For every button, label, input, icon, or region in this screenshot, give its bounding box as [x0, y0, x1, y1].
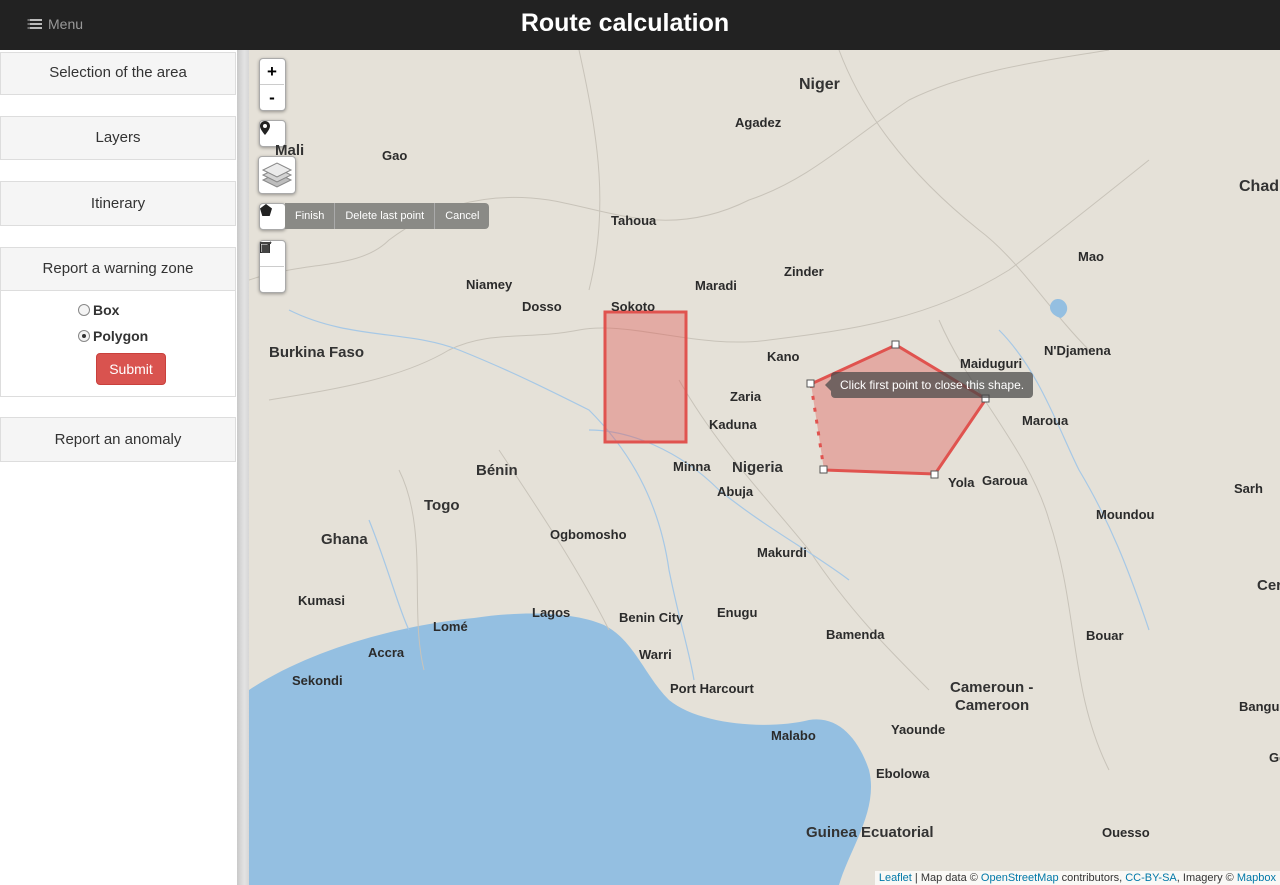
city-label: Makurdi	[757, 545, 807, 560]
cancel-button[interactable]: Cancel	[435, 203, 489, 229]
country-label: Togo	[424, 497, 460, 514]
zoom-in-button[interactable]: +	[260, 59, 284, 85]
city-label: Port Harcourt	[670, 681, 754, 696]
zoom-out-button[interactable]: -	[260, 85, 284, 110]
attribution-text: contributors,	[1058, 872, 1126, 884]
city-label: Gao	[382, 148, 408, 163]
panel-selection-area[interactable]: Selection of the area	[0, 52, 236, 95]
radio-label-box: Box	[93, 302, 120, 318]
radio-box[interactable]	[78, 304, 90, 316]
city-label: Ge	[1269, 750, 1280, 765]
map[interactable]: + - Finish Delete last point Cancel Clic…	[249, 50, 1280, 885]
radio-option-polygon[interactable]: Polygon	[78, 328, 148, 344]
city-label: Zaria	[730, 389, 762, 404]
submit-button[interactable]: Submit	[96, 353, 166, 385]
city-label: Benin City	[619, 610, 684, 625]
layers-button[interactable]	[258, 156, 296, 194]
draw-polygon-button[interactable]	[259, 203, 286, 230]
city-label: Garoua	[982, 473, 1028, 488]
city-label: Sarh	[1234, 481, 1263, 496]
city-label: Enugu	[717, 605, 758, 620]
license-link[interactable]: CC-BY-SA	[1125, 872, 1177, 884]
finish-button[interactable]: Finish	[285, 203, 336, 229]
panel-report-anomaly[interactable]: Report an anomaly	[0, 417, 236, 462]
city-label: Abuja	[717, 484, 754, 499]
city-label: Ogbomosho	[550, 527, 627, 542]
edit-toolbar	[259, 240, 286, 293]
panel-layers[interactable]: Layers	[0, 116, 236, 160]
city-label: Dosso	[522, 299, 562, 314]
country-label: Niger	[799, 76, 840, 93]
country-label: Cameroun -	[950, 679, 1034, 696]
country-label: Ghana	[321, 531, 368, 548]
city-label: Maradi	[695, 278, 737, 293]
delete-layers-button[interactable]	[260, 242, 284, 292]
city-label: Mao	[1078, 249, 1104, 264]
city-label: Kaduna	[709, 417, 757, 432]
city-label: Accra	[368, 645, 405, 660]
map-attribution: Leaflet | Map data © OpenStreetMap contr…	[874, 871, 1280, 885]
pentagon-icon	[260, 204, 284, 229]
city-label: Kumasi	[298, 593, 345, 608]
city-label: Moundou	[1096, 507, 1155, 522]
delete-last-point-button[interactable]: Delete last point	[335, 203, 436, 229]
city-label: Sokoto	[611, 299, 656, 314]
country-label: Chad	[1239, 178, 1279, 195]
radio-option-box[interactable]: Box	[78, 302, 119, 318]
city-label: Ebolowa	[876, 766, 930, 781]
country-label: Cer	[1257, 577, 1280, 594]
city-label: Sekondi	[292, 673, 343, 688]
panel-report-warning-zone[interactable]: Report a warning zone	[0, 247, 236, 291]
page-title: Route calculation	[520, 9, 730, 37]
city-label: Malabo	[771, 728, 816, 743]
city-label: N'Djamena	[1044, 343, 1111, 358]
city-label: Maiduguri	[960, 356, 1023, 371]
city-label: Lomé	[433, 619, 468, 634]
city-label: Kano	[767, 349, 800, 364]
radio-polygon[interactable]	[78, 330, 90, 342]
radio-label-polygon: Polygon	[93, 328, 149, 344]
attribution-text: | Map data ©	[911, 872, 981, 884]
city-label: Yola	[948, 475, 975, 490]
mapbox-link[interactable]: Mapbox	[1237, 872, 1276, 884]
country-label: Mali	[275, 142, 305, 159]
layers-icon	[261, 162, 293, 188]
city-label: Minna	[673, 459, 711, 474]
city-label: Warri	[639, 647, 672, 662]
top-navbar: Menu Route calculation	[0, 0, 1280, 50]
country-label: Bénin	[476, 462, 518, 479]
trash-icon	[260, 242, 271, 253]
country-label: Guinea Ecuatorial	[806, 824, 934, 841]
osm-link[interactable]: OpenStreetMap	[981, 872, 1059, 884]
city-label: Yaounde	[891, 722, 946, 737]
city-label: Bouar	[1086, 628, 1124, 643]
draw-actions-toolbar: Finish Delete last point Cancel	[285, 203, 490, 229]
country-label: Cameroon	[955, 697, 1030, 714]
city-label: Lagos	[532, 605, 571, 620]
city-label: Niamey	[466, 277, 513, 292]
leaflet-link[interactable]: Leaflet	[879, 872, 912, 884]
city-label: Zinder	[784, 264, 824, 279]
panel-itinerary[interactable]: Itinerary	[0, 181, 236, 226]
city-label: Bamenda	[826, 627, 885, 642]
city-label: Ouesso	[1102, 825, 1150, 840]
draw-tooltip: Click first point to close this shape.	[824, 372, 1034, 398]
zoom-control: + -	[259, 58, 286, 111]
city-label: Agadez	[735, 115, 782, 130]
country-label: Nigeria	[732, 459, 783, 476]
city-label: Tahoua	[611, 213, 657, 228]
sidebar: Selection of the area Layers Itinerary R…	[0, 50, 237, 885]
sidebar-divider	[237, 50, 249, 885]
attribution-text: , Imagery ©	[1176, 872, 1237, 884]
city-label: Maroua	[1022, 413, 1069, 428]
city-label: Bangui	[1239, 699, 1280, 714]
country-label: Burkina Faso	[269, 344, 365, 361]
